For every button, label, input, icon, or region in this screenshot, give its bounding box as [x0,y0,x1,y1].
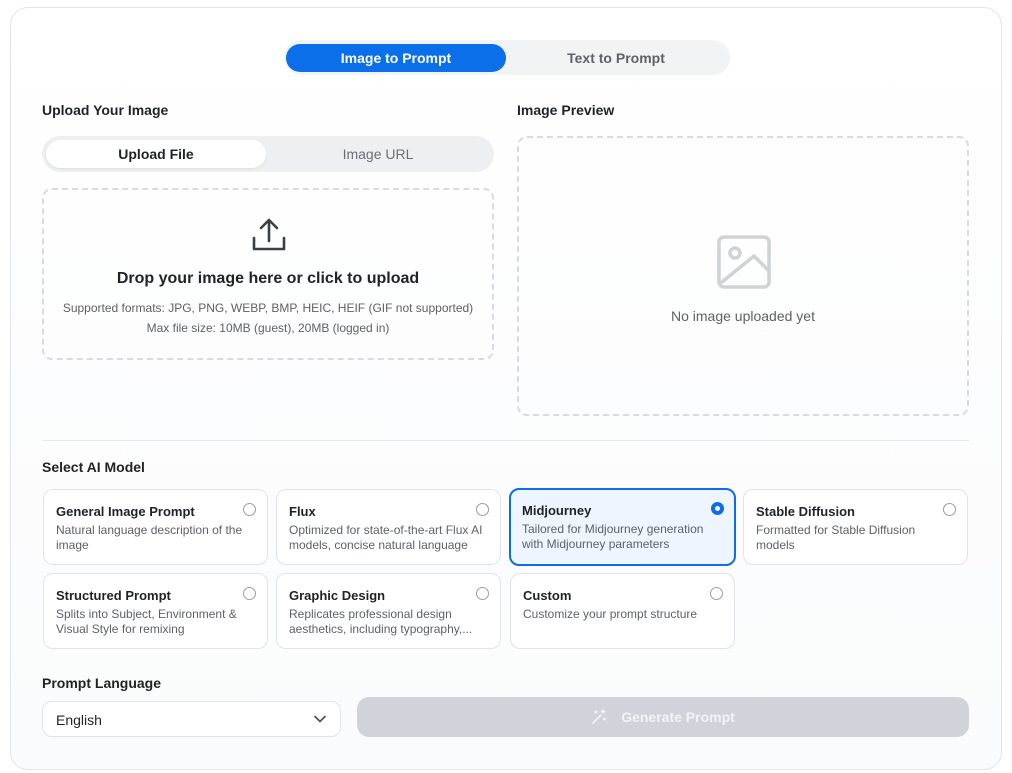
model-card-midjourney[interactable]: Midjourney Tailored for Midjourney gener… [509,488,736,566]
tab-image-url[interactable]: Image URL [268,140,488,168]
mode-tabs: Image to Prompt Text to Prompt [284,40,730,75]
model-name: Midjourney [522,503,592,518]
model-radio[interactable] [476,503,489,516]
supported-formats-text: Supported formats: JPG, PNG, WEBP, BMP, … [62,301,474,315]
language-select[interactable]: English [42,701,341,737]
language-value: English [56,712,102,728]
model-radio-selected[interactable] [711,502,724,515]
upload-dropzone[interactable]: Drop your image here or click to upload … [42,188,494,360]
model-description: Formatted for Stable Diffusion models [756,523,916,552]
model-radio[interactable] [710,587,723,600]
model-description: Splits into Subject, Environment & Visua… [56,607,237,636]
tab-text-to-prompt[interactable]: Text to Prompt [506,44,726,72]
model-radio[interactable] [243,587,256,600]
image-preview-area: No image uploaded yet [517,136,969,416]
generate-prompt-label: Generate Prompt [621,709,735,725]
model-card-graphic-design[interactable]: Graphic Design Replicates professional d… [276,573,501,649]
language-heading: Prompt Language [42,675,162,691]
model-radio[interactable] [476,587,489,600]
model-name: Graphic Design [289,588,386,603]
preview-heading: Image Preview [517,102,615,118]
model-name: General Image Prompt [56,504,195,519]
upload-source-tabs: Upload File Image URL [42,136,494,172]
model-heading: Select AI Model [42,459,145,475]
tab-upload-file[interactable]: Upload File [46,140,266,168]
model-description: Natural language description of the imag… [56,523,243,552]
tab-image-to-prompt[interactable]: Image to Prompt [286,44,506,72]
model-radio[interactable] [243,503,256,516]
model-description: Customize your prompt structure [523,607,698,621]
model-name: Structured Prompt [56,588,171,603]
model-name: Custom [523,588,572,603]
model-name: Flux [289,504,316,519]
upload-heading: Upload Your Image [42,102,169,118]
model-description: Optimized for state-of-the-art Flux AI m… [289,523,483,552]
generate-prompt-button[interactable]: Generate Prompt [357,697,969,737]
model-card-structured-prompt[interactable]: Structured Prompt Splits into Subject, E… [43,573,268,649]
section-divider [42,440,969,441]
magic-wand-icon [592,709,607,724]
dropzone-title: Drop your image here or click to upload [116,270,420,287]
model-description: Tailored for Midjourney generation with … [522,522,704,551]
model-card-general-image-prompt[interactable]: General Image Prompt Natural language de… [43,489,268,565]
chevron-down-icon [314,715,326,723]
model-description: Replicates professional design aesthetic… [289,607,473,636]
upload-icon [252,218,286,251]
model-card-flux[interactable]: Flux Optimized for state-of-the-art Flux… [276,489,501,565]
model-card-custom[interactable]: Custom Customize your prompt structure [510,573,735,649]
no-image-text: No image uploaded yet [671,308,815,324]
model-card-stable-diffusion[interactable]: Stable Diffusion Formatted for Stable Di… [743,489,968,565]
image-placeholder-icon [717,235,771,289]
model-radio[interactable] [943,503,956,516]
max-file-size-text: Max file size: 10MB (guest), 20MB (logge… [146,321,390,335]
model-name: Stable Diffusion [756,504,855,519]
